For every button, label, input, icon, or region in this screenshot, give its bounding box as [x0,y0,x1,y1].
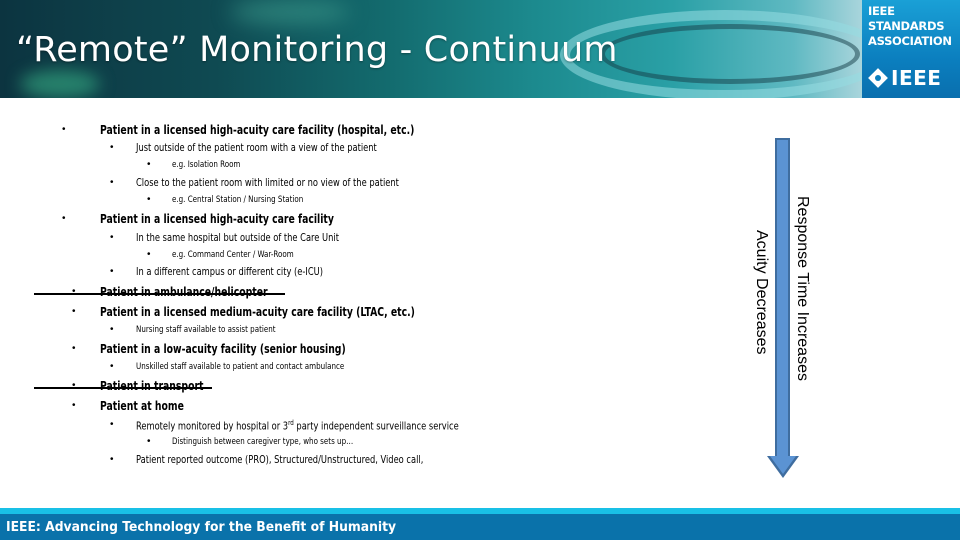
list-item: Patient at home [100,399,184,413]
list-item: Patient reported outcome (PRO), Structur… [136,454,424,466]
bullet-icon: • [72,286,76,297]
bullet-icon: • [110,177,114,188]
strikethrough-line [34,293,285,295]
list-item: Unskilled staff available to patient and… [136,362,345,372]
arrow-head-fill [770,456,796,474]
bullet-icon: • [62,213,66,224]
list-item: In a different campus or different city … [136,266,324,278]
logo-line-2: STANDARDS [868,19,945,33]
list-item-text: party independent surveillance service [293,420,459,433]
bullet-icon: • [72,380,76,391]
list-item-text: Remotely monitored by hospital or 3 [136,420,289,433]
bullet-icon: • [147,159,151,170]
banner-decoration [230,0,350,24]
bullet-icon: • [110,232,114,243]
title-banner: “Remote” Monitoring - Continuum [0,0,862,98]
list-item: Patient in a licensed high-acuity care f… [100,123,415,137]
list-item: Patient in a low-acuity facility (senior… [100,342,346,356]
banner-decoration [600,24,860,84]
list-item-struck: Patient in ambulance/helicopter [100,285,268,299]
bullet-icon: • [147,249,151,260]
list-item-struck: Patient in transport [100,379,204,393]
list-item: Patient in a licensed medium-acuity care… [100,305,415,319]
ieee-wordmark-text: IEEE [891,66,942,90]
acuity-label: Acuity Decreases [753,230,770,355]
bullet-icon: • [72,400,76,411]
ieee-diamond-icon [868,68,888,88]
bullet-icon: • [110,419,114,430]
down-arrow-icon [775,138,790,458]
bullet-icon: • [72,306,76,317]
list-item: Close to the patient room with limited o… [136,177,399,189]
footer-tagline: IEEE: Advancing Technology for the Benef… [6,520,397,535]
bullet-icon: • [110,142,114,153]
list-item: e.g. Central Station / Nursing Station [172,195,304,205]
bullet-icon: • [110,361,114,372]
bullet-icon: • [147,436,151,447]
list-item: Distinguish between caregiver type, who … [172,437,354,447]
list-item: Nursing staff available to assist patien… [136,325,276,335]
bullet-icon: • [110,324,114,335]
strikethrough-line [34,387,212,389]
footer-bar: IEEE: Advancing Technology for the Benef… [0,514,960,540]
logo-line-3: ASSOCIATION [868,34,952,48]
ieee-wordmark: IEEE [868,66,941,90]
slide-title: “Remote” Monitoring - Continuum [16,30,618,70]
logo-line-1: IEEE [868,4,895,18]
bullet-icon: • [110,266,114,277]
banner-decoration [20,70,100,98]
list-item: Just outside of the patient room with a … [136,142,377,154]
ieee-sa-logo: IEEE STANDARDS ASSOCIATION IEEE [862,0,960,98]
list-item: e.g. Isolation Room [172,160,241,170]
bullet-icon: • [62,124,66,135]
bullet-icon: • [72,343,76,354]
list-item: Patient in a licensed high-acuity care f… [100,212,334,226]
list-item: Remotely monitored by hospital or 3rd pa… [136,419,459,433]
list-item: In the same hospital but outside of the … [136,232,339,244]
list-item: e.g. Command Center / War-Room [172,250,294,260]
bullet-icon: • [110,454,114,465]
response-time-label: Response Time Increases [794,196,811,381]
bullet-icon: • [147,194,151,205]
